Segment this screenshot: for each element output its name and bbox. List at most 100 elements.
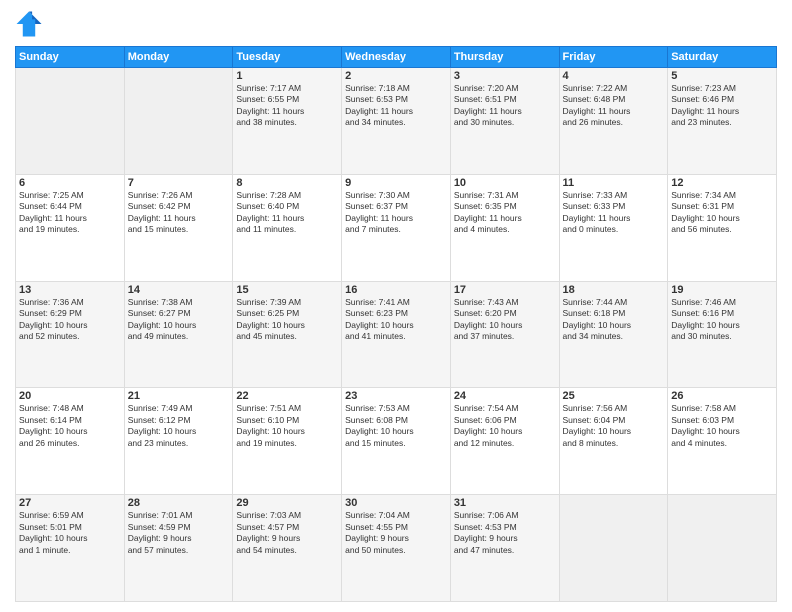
day-info: Sunrise: 7:01 AM Sunset: 4:59 PM Dayligh… (128, 510, 230, 556)
weekday-header: Sunday (16, 47, 125, 68)
day-info: Sunrise: 7:06 AM Sunset: 4:53 PM Dayligh… (454, 510, 556, 556)
day-info: Sunrise: 7:53 AM Sunset: 6:08 PM Dayligh… (345, 403, 447, 449)
day-info: Sunrise: 7:43 AM Sunset: 6:20 PM Dayligh… (454, 297, 556, 343)
day-info: Sunrise: 7:25 AM Sunset: 6:44 PM Dayligh… (19, 190, 121, 236)
calendar-cell: 15Sunrise: 7:39 AM Sunset: 6:25 PM Dayli… (233, 281, 342, 388)
day-number: 20 (19, 390, 121, 402)
calendar-cell: 4Sunrise: 7:22 AM Sunset: 6:48 PM Daylig… (559, 68, 668, 175)
calendar-cell (559, 495, 668, 602)
day-number: 30 (345, 497, 447, 509)
calendar-cell: 8Sunrise: 7:28 AM Sunset: 6:40 PM Daylig… (233, 174, 342, 281)
day-number: 5 (671, 70, 773, 82)
day-number: 16 (345, 284, 447, 296)
calendar-cell: 20Sunrise: 7:48 AM Sunset: 6:14 PM Dayli… (16, 388, 125, 495)
day-number: 22 (236, 390, 338, 402)
day-info: Sunrise: 7:17 AM Sunset: 6:55 PM Dayligh… (236, 83, 338, 129)
calendar-week-row: 1Sunrise: 7:17 AM Sunset: 6:55 PM Daylig… (16, 68, 777, 175)
calendar-cell (668, 495, 777, 602)
day-number: 7 (128, 177, 230, 189)
page: SundayMondayTuesdayWednesdayThursdayFrid… (0, 0, 792, 612)
day-info: Sunrise: 7:28 AM Sunset: 6:40 PM Dayligh… (236, 190, 338, 236)
day-info: Sunrise: 7:54 AM Sunset: 6:06 PM Dayligh… (454, 403, 556, 449)
day-number: 12 (671, 177, 773, 189)
day-number: 14 (128, 284, 230, 296)
calendar-cell: 5Sunrise: 7:23 AM Sunset: 6:46 PM Daylig… (668, 68, 777, 175)
calendar-cell: 30Sunrise: 7:04 AM Sunset: 4:55 PM Dayli… (342, 495, 451, 602)
day-info: Sunrise: 7:20 AM Sunset: 6:51 PM Dayligh… (454, 83, 556, 129)
calendar-cell: 26Sunrise: 7:58 AM Sunset: 6:03 PM Dayli… (668, 388, 777, 495)
day-info: Sunrise: 7:23 AM Sunset: 6:46 PM Dayligh… (671, 83, 773, 129)
day-number: 4 (563, 70, 665, 82)
day-number: 21 (128, 390, 230, 402)
day-info: Sunrise: 7:33 AM Sunset: 6:33 PM Dayligh… (563, 190, 665, 236)
header (15, 10, 777, 38)
calendar-header-row: SundayMondayTuesdayWednesdayThursdayFrid… (16, 47, 777, 68)
day-number: 31 (454, 497, 556, 509)
day-info: Sunrise: 7:48 AM Sunset: 6:14 PM Dayligh… (19, 403, 121, 449)
calendar-week-row: 20Sunrise: 7:48 AM Sunset: 6:14 PM Dayli… (16, 388, 777, 495)
calendar-cell: 9Sunrise: 7:30 AM Sunset: 6:37 PM Daylig… (342, 174, 451, 281)
day-info: Sunrise: 7:56 AM Sunset: 6:04 PM Dayligh… (563, 403, 665, 449)
calendar: SundayMondayTuesdayWednesdayThursdayFrid… (15, 46, 777, 602)
day-info: Sunrise: 7:39 AM Sunset: 6:25 PM Dayligh… (236, 297, 338, 343)
day-number: 17 (454, 284, 556, 296)
calendar-week-row: 27Sunrise: 6:59 AM Sunset: 5:01 PM Dayli… (16, 495, 777, 602)
calendar-cell: 25Sunrise: 7:56 AM Sunset: 6:04 PM Dayli… (559, 388, 668, 495)
calendar-cell: 27Sunrise: 6:59 AM Sunset: 5:01 PM Dayli… (16, 495, 125, 602)
calendar-cell: 29Sunrise: 7:03 AM Sunset: 4:57 PM Dayli… (233, 495, 342, 602)
day-info: Sunrise: 7:34 AM Sunset: 6:31 PM Dayligh… (671, 190, 773, 236)
day-number: 29 (236, 497, 338, 509)
day-number: 1 (236, 70, 338, 82)
day-number: 19 (671, 284, 773, 296)
day-info: Sunrise: 7:03 AM Sunset: 4:57 PM Dayligh… (236, 510, 338, 556)
day-number: 9 (345, 177, 447, 189)
weekday-header: Wednesday (342, 47, 451, 68)
calendar-cell: 13Sunrise: 7:36 AM Sunset: 6:29 PM Dayli… (16, 281, 125, 388)
day-number: 28 (128, 497, 230, 509)
day-info: Sunrise: 7:49 AM Sunset: 6:12 PM Dayligh… (128, 403, 230, 449)
calendar-week-row: 6Sunrise: 7:25 AM Sunset: 6:44 PM Daylig… (16, 174, 777, 281)
calendar-cell: 10Sunrise: 7:31 AM Sunset: 6:35 PM Dayli… (450, 174, 559, 281)
calendar-cell: 11Sunrise: 7:33 AM Sunset: 6:33 PM Dayli… (559, 174, 668, 281)
calendar-cell: 18Sunrise: 7:44 AM Sunset: 6:18 PM Dayli… (559, 281, 668, 388)
day-number: 8 (236, 177, 338, 189)
calendar-cell (16, 68, 125, 175)
day-number: 2 (345, 70, 447, 82)
calendar-week-row: 13Sunrise: 7:36 AM Sunset: 6:29 PM Dayli… (16, 281, 777, 388)
day-number: 18 (563, 284, 665, 296)
day-info: Sunrise: 7:51 AM Sunset: 6:10 PM Dayligh… (236, 403, 338, 449)
calendar-cell: 16Sunrise: 7:41 AM Sunset: 6:23 PM Dayli… (342, 281, 451, 388)
weekday-header: Saturday (668, 47, 777, 68)
calendar-cell: 3Sunrise: 7:20 AM Sunset: 6:51 PM Daylig… (450, 68, 559, 175)
day-number: 13 (19, 284, 121, 296)
day-info: Sunrise: 7:30 AM Sunset: 6:37 PM Dayligh… (345, 190, 447, 236)
calendar-cell: 22Sunrise: 7:51 AM Sunset: 6:10 PM Dayli… (233, 388, 342, 495)
calendar-cell: 19Sunrise: 7:46 AM Sunset: 6:16 PM Dayli… (668, 281, 777, 388)
logo (15, 10, 47, 38)
day-number: 25 (563, 390, 665, 402)
calendar-cell: 7Sunrise: 7:26 AM Sunset: 6:42 PM Daylig… (124, 174, 233, 281)
calendar-cell: 23Sunrise: 7:53 AM Sunset: 6:08 PM Dayli… (342, 388, 451, 495)
calendar-cell: 12Sunrise: 7:34 AM Sunset: 6:31 PM Dayli… (668, 174, 777, 281)
day-info: Sunrise: 7:46 AM Sunset: 6:16 PM Dayligh… (671, 297, 773, 343)
day-info: Sunrise: 7:38 AM Sunset: 6:27 PM Dayligh… (128, 297, 230, 343)
calendar-cell: 21Sunrise: 7:49 AM Sunset: 6:12 PM Dayli… (124, 388, 233, 495)
day-number: 23 (345, 390, 447, 402)
calendar-cell: 1Sunrise: 7:17 AM Sunset: 6:55 PM Daylig… (233, 68, 342, 175)
day-info: Sunrise: 7:22 AM Sunset: 6:48 PM Dayligh… (563, 83, 665, 129)
day-info: Sunrise: 7:36 AM Sunset: 6:29 PM Dayligh… (19, 297, 121, 343)
day-number: 24 (454, 390, 556, 402)
day-info: Sunrise: 6:59 AM Sunset: 5:01 PM Dayligh… (19, 510, 121, 556)
calendar-cell: 28Sunrise: 7:01 AM Sunset: 4:59 PM Dayli… (124, 495, 233, 602)
weekday-header: Monday (124, 47, 233, 68)
day-info: Sunrise: 7:58 AM Sunset: 6:03 PM Dayligh… (671, 403, 773, 449)
day-info: Sunrise: 7:41 AM Sunset: 6:23 PM Dayligh… (345, 297, 447, 343)
calendar-cell: 2Sunrise: 7:18 AM Sunset: 6:53 PM Daylig… (342, 68, 451, 175)
day-number: 10 (454, 177, 556, 189)
day-number: 3 (454, 70, 556, 82)
day-info: Sunrise: 7:26 AM Sunset: 6:42 PM Dayligh… (128, 190, 230, 236)
calendar-cell: 24Sunrise: 7:54 AM Sunset: 6:06 PM Dayli… (450, 388, 559, 495)
day-info: Sunrise: 7:18 AM Sunset: 6:53 PM Dayligh… (345, 83, 447, 129)
calendar-cell (124, 68, 233, 175)
logo-icon (15, 10, 43, 38)
